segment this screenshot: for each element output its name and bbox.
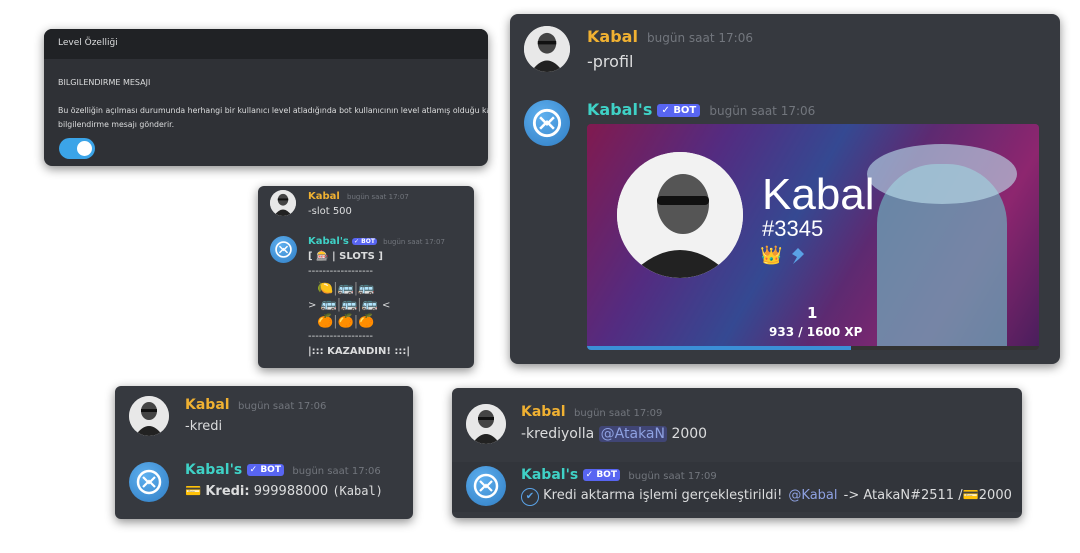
user-name[interactable]: Kabal bbox=[308, 191, 340, 202]
orange-icon: 🍊 bbox=[317, 314, 334, 329]
bot-name[interactable]: Kabal's bbox=[521, 467, 578, 483]
timestamp: bugün saat 17:06 bbox=[292, 466, 381, 477]
level-settings-panel: Level Özelliği BILGILENDIRME MESAJI Bu ö… bbox=[44, 29, 488, 166]
section-label: BILGILENDIRME MESAJI bbox=[58, 78, 151, 87]
user-avatar[interactable] bbox=[466, 404, 506, 444]
bot-name[interactable]: Kabal's bbox=[185, 462, 242, 478]
bus-icon: 🚌 bbox=[341, 297, 358, 312]
kredi-value: 999988000 bbox=[253, 484, 329, 499]
bus-icon: 🚌 bbox=[320, 297, 337, 312]
bot-name[interactable]: Kabal's bbox=[587, 100, 652, 119]
bot-name[interactable]: Kabal's bbox=[308, 236, 349, 247]
notification-toggle[interactable] bbox=[59, 138, 95, 159]
result-text: Kredi aktarma işlemi gerçekleştirildi! bbox=[543, 488, 783, 503]
bot-avatar[interactable] bbox=[466, 466, 506, 506]
level-panel-title: Level Özelliği bbox=[58, 38, 118, 48]
profil-command: -profil bbox=[587, 52, 634, 71]
credit-card-icon: 💳 bbox=[962, 488, 979, 503]
card-avatar bbox=[617, 152, 743, 278]
krediyolla-command: -krediyolla bbox=[521, 426, 595, 442]
profile-card: Kabal #3345 👑 1 933 / 1600 XP bbox=[587, 124, 1039, 350]
slots-row-2: > 🚌|🚌|🚌 < bbox=[308, 297, 391, 312]
slots-divider-bottom: ------------------ bbox=[308, 331, 373, 342]
timestamp: bugün saat 17:06 bbox=[709, 104, 816, 118]
check-icon: ✔ bbox=[521, 488, 539, 506]
credit-card-icon: 💳 bbox=[185, 484, 202, 499]
xp-track bbox=[587, 346, 1039, 350]
user-avatar[interactable] bbox=[129, 396, 169, 436]
kredi-owner: (Kabal) bbox=[332, 484, 383, 498]
orange-icon: 🍊 bbox=[358, 314, 375, 329]
result-amount: 2000 bbox=[978, 488, 1012, 503]
user-name[interactable]: Kabal bbox=[185, 397, 230, 413]
slots-row-3: 🍊|🍊|🍊 bbox=[317, 314, 375, 329]
transfer-amount: 2000 bbox=[671, 426, 708, 442]
bot-tag: ✓ BOT bbox=[352, 237, 377, 245]
slots-divider-top: ------------------ bbox=[308, 266, 373, 277]
bot-tag: ✓ BOT bbox=[582, 469, 620, 481]
timestamp: bugün saat 17:07 bbox=[383, 238, 445, 246]
description-line-2: bilgilendirme mesajı gönderir. bbox=[58, 120, 175, 129]
bot-avatar[interactable] bbox=[524, 100, 570, 146]
card-discriminator: #3345 bbox=[762, 216, 824, 241]
bot-tag: ✓ BOT bbox=[657, 104, 701, 117]
user-avatar[interactable] bbox=[270, 190, 296, 216]
left-marker: > bbox=[308, 300, 317, 311]
bus-icon: 🚌 bbox=[358, 281, 375, 296]
bot-avatar[interactable] bbox=[129, 462, 169, 502]
timestamp: bugün saat 17:09 bbox=[574, 408, 663, 419]
user-avatar[interactable] bbox=[524, 26, 570, 72]
slots-header: [ 🎰 | SLOTS ] bbox=[308, 251, 383, 262]
kredi-label: Kredi: bbox=[205, 484, 250, 499]
card-xp: 933 / 1600 XP bbox=[769, 325, 863, 339]
crown-icon: 👑 bbox=[760, 245, 783, 266]
description-line-1: Bu özelliğin açılması durumunda herhangi… bbox=[58, 106, 488, 115]
background-hair bbox=[867, 144, 1017, 204]
slots-chat-panel: Kabal bugün saat 17:07 -slot 500 Kabal's… bbox=[258, 186, 474, 368]
slots-row-1: 🍋|🚌|🚌 bbox=[317, 281, 375, 296]
result-mention[interactable]: @Kabal bbox=[786, 488, 839, 503]
bot-avatar[interactable] bbox=[270, 236, 297, 263]
toggle-knob bbox=[77, 141, 92, 156]
user-mention[interactable]: @AtakaN bbox=[598, 426, 667, 442]
user-name[interactable]: Kabal bbox=[587, 27, 638, 46]
bus-icon: 🚌 bbox=[361, 297, 378, 312]
user-name[interactable]: Kabal bbox=[521, 404, 566, 420]
pin-icon bbox=[790, 247, 806, 265]
xp-fill bbox=[587, 346, 851, 350]
timestamp: bugün saat 17:09 bbox=[628, 471, 717, 482]
transfer-chat-panel: Kabal bugün saat 17:09 -krediyolla @Atak… bbox=[452, 388, 1022, 518]
bot-tag: ✓ BOT bbox=[246, 464, 284, 476]
orange-icon: 🍊 bbox=[337, 314, 354, 329]
slot-command: -slot 500 bbox=[308, 206, 352, 217]
slots-result: |::: KAZANDIN! :::| bbox=[308, 346, 411, 357]
bus-icon: 🚌 bbox=[337, 281, 354, 296]
result-arrow: -> AtakaN#2511 / bbox=[843, 488, 963, 503]
timestamp: bugün saat 17:06 bbox=[238, 401, 327, 412]
card-username: Kabal bbox=[762, 170, 875, 219]
kredi-chat-panel: Kabal bugün saat 17:06 -kredi Kabal's ✓ … bbox=[115, 386, 413, 519]
timestamp: bugün saat 17:06 bbox=[647, 31, 753, 45]
slots-grid: 🍋|🚌|🚌 > 🚌|🚌|🚌 < 🍊|🍊|🍊 bbox=[308, 281, 390, 330]
card-level: 1 bbox=[807, 304, 818, 322]
kredi-command: -kredi bbox=[185, 419, 223, 434]
lemon-icon: 🍋 bbox=[317, 281, 334, 296]
right-marker: < bbox=[382, 300, 391, 311]
timestamp: bugün saat 17:07 bbox=[347, 193, 409, 201]
profile-chat-panel: Kabal bugün saat 17:06 -profil Kabal's ✓… bbox=[510, 14, 1060, 364]
